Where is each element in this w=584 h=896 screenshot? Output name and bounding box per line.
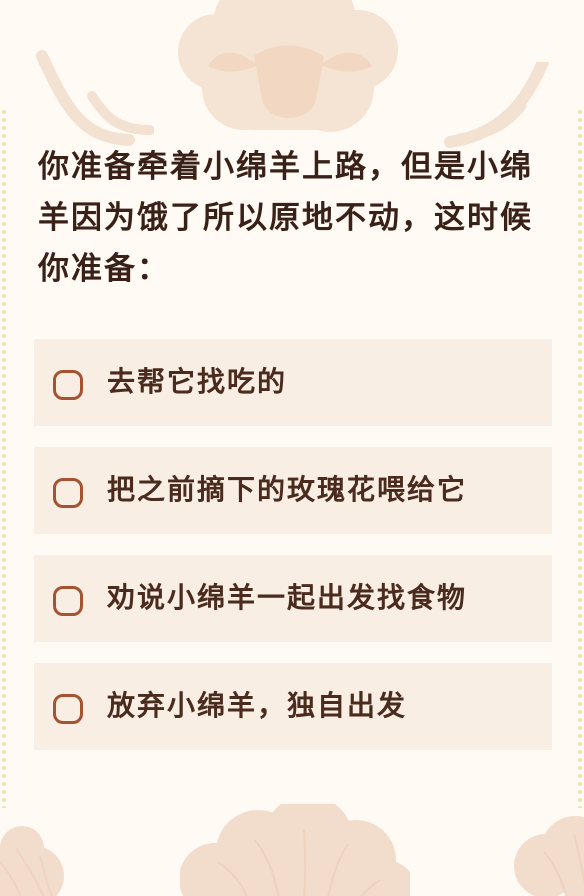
answer-option-1[interactable]: 去帮它找吃的	[34, 339, 552, 426]
cloud-decoration-center	[180, 804, 410, 896]
question-text: 你准备牵着小绵羊上路，但是小绵羊因为饿了所以原地不动，这时候你准备：	[38, 149, 533, 287]
answer-options: 去帮它找吃的 把之前摘下的玫瑰花喂给它 劝说小绵羊一起出发找食物 放弃小绵羊，独…	[34, 339, 552, 771]
radio-unchecked-icon[interactable]	[53, 478, 83, 508]
radio-unchecked-icon[interactable]	[53, 370, 83, 400]
sheep-illustration	[178, 0, 398, 132]
answer-option-3[interactable]: 劝说小绵羊一起出发找食物	[34, 555, 552, 642]
cloud-decoration-left	[0, 826, 64, 896]
answer-option-label: 去帮它找吃的	[107, 365, 288, 398]
answer-option-label: 劝说小绵羊一起出发找食物	[107, 581, 468, 614]
answer-option-label: 把之前摘下的玫瑰花喂给它	[107, 473, 468, 506]
radio-unchecked-icon[interactable]	[53, 694, 83, 724]
answer-option-2[interactable]: 把之前摘下的玫瑰花喂给它	[34, 447, 552, 534]
cloud-decoration-right	[514, 816, 584, 896]
answer-option-label: 放弃小绵羊，独自出发	[107, 689, 408, 722]
answer-option-4[interactable]: 放弃小绵羊，独自出发	[34, 663, 552, 750]
quiz-page: 你准备牵着小绵羊上路，但是小绵羊因为饿了所以原地不动，这时候你准备： 去帮它找吃…	[0, 0, 584, 896]
wind-swirl-left	[36, 50, 154, 146]
right-dotted-border	[576, 108, 584, 808]
left-dotted-border	[0, 108, 8, 808]
radio-unchecked-icon[interactable]	[53, 586, 83, 616]
